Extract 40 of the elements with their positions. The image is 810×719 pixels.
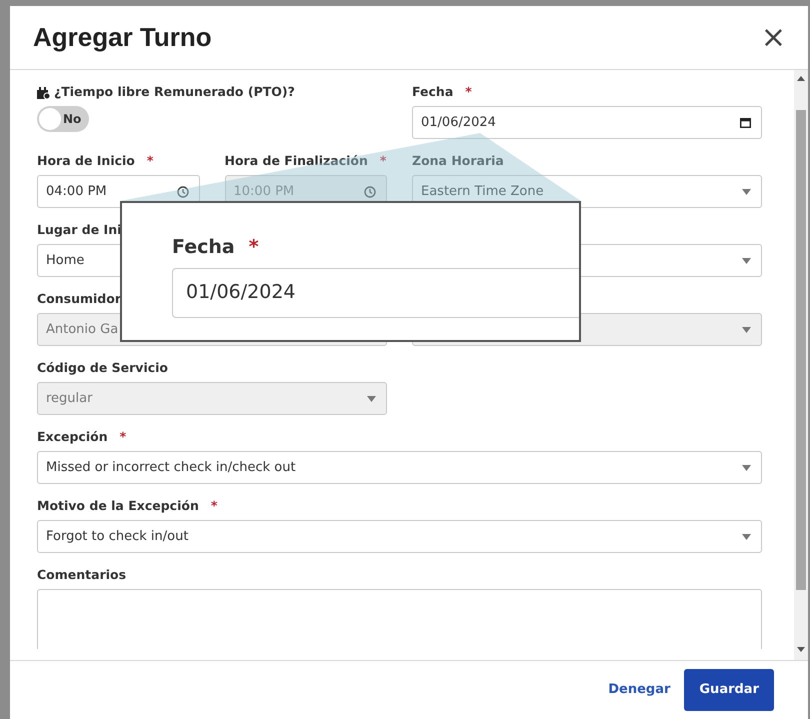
caret-icon [742, 326, 751, 332]
field-label: Motivo de la Excepción [37, 497, 199, 516]
comments-field[interactable] [37, 589, 762, 649]
save-button[interactable]: Guardar [684, 669, 774, 711]
field-label: Comentarios [37, 566, 126, 584]
calendar-clock-icon [37, 86, 50, 98]
deny-link[interactable]: Denegar [608, 680, 670, 700]
required-mark: * [380, 152, 386, 170]
select-field[interactable]: Missed or incorrect check in/check out [37, 451, 762, 484]
caret-icon [367, 396, 376, 402]
caret-icon [742, 464, 751, 470]
time-field[interactable]: 04:00 PM [37, 175, 200, 208]
field-label: Hora de Finalización [224, 152, 368, 170]
date-field[interactable]: 01/06/2024 [412, 106, 762, 139]
dialog-title: Agregar Turno [33, 22, 212, 54]
close-button[interactable]: × [756, 22, 790, 52]
calendar-icon [740, 117, 751, 128]
field-label: Excepción [37, 428, 108, 446]
field-label: Hora de Inicio [37, 152, 135, 170]
required-mark: * [465, 83, 472, 102]
field-label: ¿Tiempo libre Remunerado (PTO)? [54, 83, 295, 102]
caret-icon [742, 534, 751, 540]
date-field: 01/06/2024 [172, 268, 579, 318]
required-mark: * [248, 236, 259, 258]
caret-icon [742, 188, 751, 194]
clock-icon [176, 186, 188, 198]
required-mark: * [120, 428, 126, 446]
clock-icon [364, 186, 376, 198]
select-field[interactable]: Forgot to check in/out [37, 520, 762, 553]
field-label: Consumidor [37, 290, 122, 308]
field-label: Fecha [412, 83, 454, 102]
field-label: Código de Servicio [37, 359, 168, 378]
scrollbar[interactable] [794, 70, 808, 660]
caret-icon [742, 258, 751, 264]
required-mark: * [210, 497, 218, 516]
required-mark: * [146, 152, 154, 170]
field-label: Fecha [172, 236, 235, 258]
select-field[interactable]: Eastern Time Zone [412, 175, 762, 208]
field-label: Zona Horaria [412, 152, 504, 170]
pto-toggle[interactable]: No [37, 106, 89, 132]
